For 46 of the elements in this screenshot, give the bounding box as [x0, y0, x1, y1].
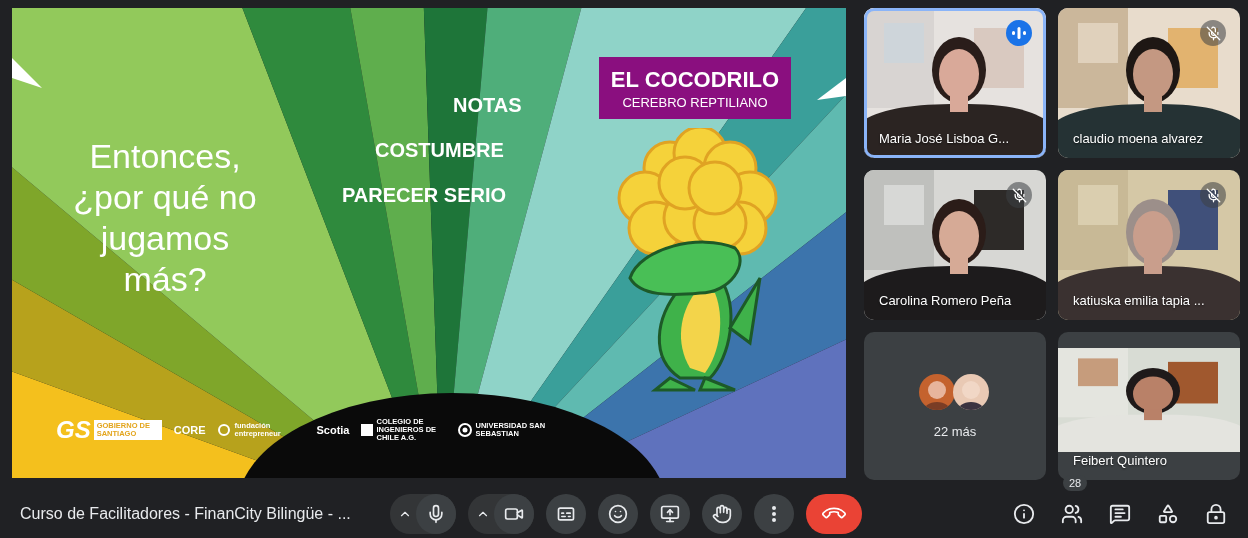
mic-off-icon — [1006, 182, 1032, 208]
square-logo-icon — [361, 424, 374, 436]
mic-off-icon — [1200, 182, 1226, 208]
banner-subtitle: CEREBRO REPTILIANO — [622, 94, 768, 110]
present-button[interactable] — [650, 494, 690, 534]
participant-name: Feibert Quintero — [1073, 453, 1167, 468]
participant-name: katiuska emilia tapia ... — [1073, 293, 1205, 308]
seal-logo-icon — [458, 423, 473, 437]
more-participants-tile[interactable]: 22 más — [864, 332, 1046, 480]
camera-button[interactable] — [494, 494, 534, 534]
captions-button[interactable] — [546, 494, 586, 534]
participant-name: Carolina Romero Peña — [879, 293, 1012, 308]
emoji-button[interactable] — [598, 494, 638, 534]
participant-name: Maria José Lisboa G... — [879, 131, 1010, 146]
participant-tile[interactable]: Carolina Romero Peña — [864, 170, 1046, 320]
ring-logo-icon — [217, 423, 232, 437]
participant-tile[interactable]: katiuska emilia tapia ... — [1058, 170, 1240, 320]
participant-tile[interactable]: claudio moena alvarez — [1058, 8, 1240, 158]
logo-text: Scotia — [316, 423, 350, 437]
mic-icon — [426, 504, 446, 524]
mic-button[interactable] — [416, 494, 456, 534]
present-screen-icon — [660, 504, 680, 524]
more-participants-label: 22 más — [933, 423, 977, 439]
raise-hand-button[interactable] — [702, 494, 742, 534]
participant-tile[interactable]: Feibert Quintero — [1058, 332, 1240, 480]
activities-button[interactable] — [1156, 502, 1180, 526]
hand-icon — [712, 504, 732, 524]
participant-name: claudio moena alvarez — [1073, 131, 1204, 146]
slide-keyword: COSTUMBRE — [375, 139, 504, 162]
slide-heading: Entonces, ¿por qué no jugamos más? — [72, 136, 258, 300]
chat-button[interactable] — [1108, 502, 1132, 526]
participant-tile[interactable]: Maria José Lisboa G... — [864, 8, 1046, 158]
slide-keyword: NOTAS — [453, 94, 522, 117]
captions-icon — [556, 504, 576, 524]
host-controls-button[interactable] — [1204, 502, 1228, 526]
slide-keyword: PARECER SERIO — [342, 184, 507, 207]
meeting-title: Curso de Facilitadores - FinanCity Bilingüe - ... — [20, 505, 352, 523]
more-dots-icon — [772, 506, 776, 522]
mic-off-icon — [1200, 20, 1226, 46]
leave-call-button[interactable] — [806, 494, 862, 534]
info-button[interactable] — [1012, 502, 1036, 526]
smiley-icon — [608, 504, 628, 524]
banner-title: EL COCODRILO — [610, 66, 780, 93]
more-options-button[interactable] — [754, 494, 794, 534]
logo-text: CORE — [173, 423, 206, 437]
logo-mark: GS — [56, 416, 91, 444]
